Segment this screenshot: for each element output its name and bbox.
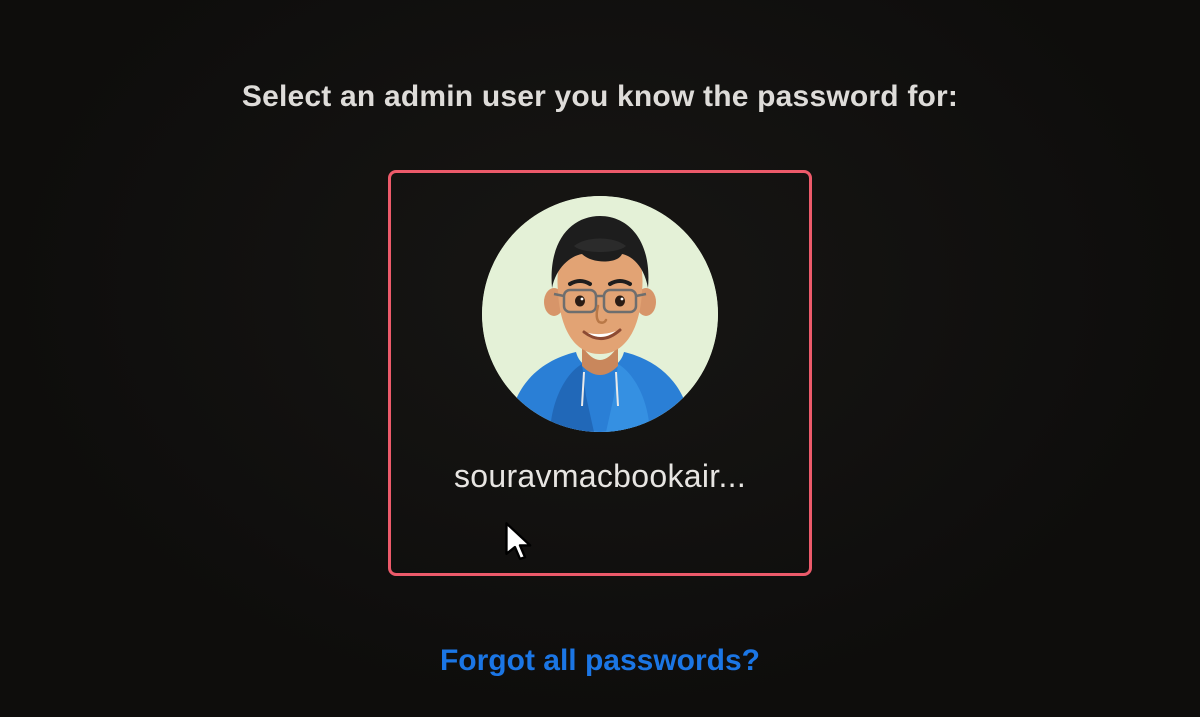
forgot-all-passwords-link[interactable]: Forgot all passwords?: [0, 644, 1200, 678]
username-label: souravmacbookair...: [454, 458, 746, 495]
memoji-avatar-icon: [482, 196, 718, 432]
user-tile[interactable]: souravmacbookair...: [396, 180, 804, 570]
select-admin-prompt: Select an admin user you know the passwo…: [0, 80, 1200, 114]
cursor-icon: [502, 520, 538, 564]
forgot-all-passwords-label[interactable]: Forgot all passwords?: [440, 644, 760, 677]
avatar: [482, 196, 718, 432]
